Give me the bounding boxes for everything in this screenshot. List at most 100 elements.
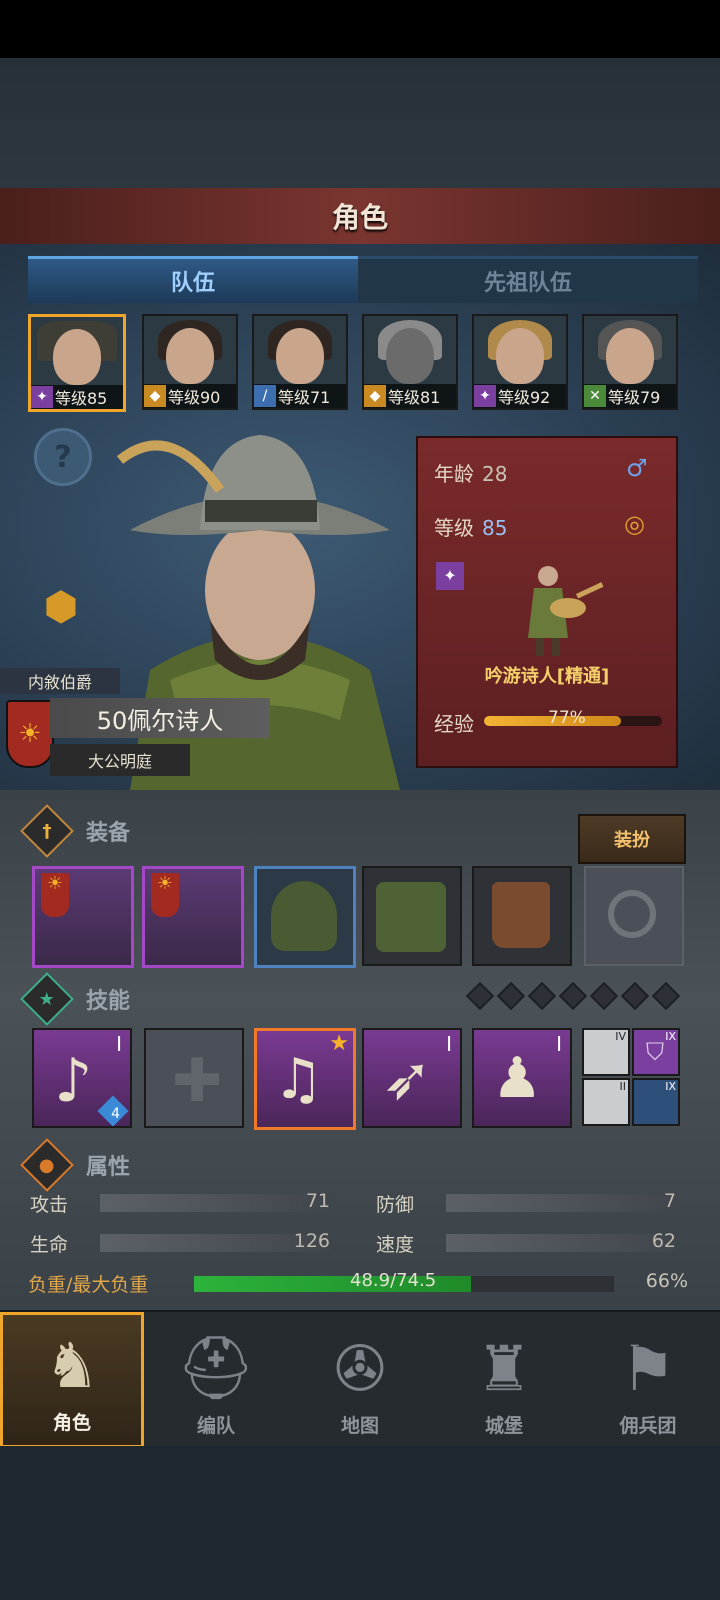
nav-label: 佣兵团 — [619, 1415, 677, 1437]
equipment-slot-banner-1[interactable]: ☀ — [32, 866, 134, 968]
level-label: 等级 — [434, 516, 474, 540]
potion-icon[interactable]: ⬢ — [32, 578, 90, 636]
equipment-slot-hood[interactable] — [254, 866, 356, 968]
party-level-label: 等级71 — [278, 388, 331, 407]
passive-skill-burst-2[interactable]: II — [582, 1078, 630, 1126]
equipment-slot-ring[interactable] — [584, 866, 684, 966]
party-member-3[interactable]: / 等级71 — [252, 314, 348, 410]
nav-label: 城堡 — [484, 1415, 523, 1437]
party-member-6[interactable]: ✕ 等级79 — [582, 314, 678, 410]
male-icon: ♂ — [626, 454, 648, 482]
skill-feather-arrow[interactable]: ➶ I — [362, 1028, 462, 1128]
feather-icon: ➶ — [382, 1044, 433, 1114]
help-button[interactable]: ? — [34, 428, 92, 486]
party-level-label: 等级81 — [388, 388, 441, 407]
equipment-slot-tunic[interactable] — [362, 866, 462, 966]
skill-crystal-music[interactable]: ♫ ★ — [254, 1028, 356, 1130]
equipment-slot-banner-2[interactable]: ☀ — [142, 866, 244, 968]
mini-skill-tier: II — [619, 1080, 627, 1093]
status-bar — [0, 0, 720, 58]
party-member-2[interactable]: ◆ 等级90 — [142, 314, 238, 410]
helmet-icon: ⛑ — [176, 1331, 256, 1404]
carry-weight-percent: 66% — [645, 1270, 688, 1292]
staff-icon: ✦ — [474, 385, 496, 407]
faction-crest-icon: ☀ — [6, 700, 54, 768]
portrait-face — [166, 328, 214, 384]
equipment-header: † 装备 — [20, 804, 131, 858]
stat-defense: 防御 7 — [376, 1190, 676, 1216]
nav-formation[interactable]: ⛑ 编队 — [144, 1312, 288, 1448]
stat-value: 71 — [305, 1190, 330, 1212]
stat-label: 速度 — [376, 1234, 415, 1256]
faction-name: 大公明庭 — [87, 752, 152, 771]
nav-label: 地图 — [340, 1415, 379, 1437]
portrait-face — [606, 328, 654, 384]
dress-up-button[interactable]: 装扮 — [578, 814, 686, 864]
nav-label: 编队 — [196, 1415, 235, 1437]
mini-skill-tier: IX — [665, 1030, 676, 1043]
music-note-icon: ♪ — [54, 1046, 93, 1116]
nav-label: 角色 — [52, 1412, 91, 1434]
equipment-section-icon: † — [20, 804, 74, 858]
header-background — [0, 58, 720, 188]
passive-skill-shield[interactable]: ⛉ IX — [632, 1028, 680, 1076]
stat-value: 7 — [663, 1190, 676, 1212]
nav-castle[interactable]: ♜ 城堡 — [432, 1312, 576, 1448]
bard-figure-icon — [528, 566, 604, 656]
equipment-title: 装备 — [86, 821, 131, 846]
passive-skill-burst-1[interactable]: IV — [582, 1028, 630, 1076]
skills-header: ★ 技能 — [20, 972, 130, 1026]
nav-map[interactable]: ✇ 地图 — [288, 1312, 432, 1448]
skill-music-note[interactable]: ♪ I 4 — [32, 1028, 132, 1128]
tab-ancestor-team[interactable]: 先祖队伍 — [358, 256, 698, 303]
attributes-title: 属性 — [86, 1155, 131, 1180]
skill-slot-empty[interactable]: ✚ — [144, 1028, 244, 1128]
attributes-section-icon: ● — [20, 1138, 74, 1192]
bottom-navigation: ♞ 角色 ⛑ 编队 ✇ 地图 ♜ 城堡 ⚑ 佣兵团 — [0, 1310, 720, 1448]
level-row: 等级 85 — [434, 512, 507, 541]
nav-character[interactable]: ♞ 角色 — [0, 1312, 144, 1448]
stat-label: 生命 — [30, 1234, 69, 1256]
stat-attack: 攻击 71 — [30, 1190, 330, 1216]
skill-crystal-party[interactable]: ♟ I — [472, 1028, 572, 1128]
skill-tier: I — [446, 1032, 452, 1056]
rank-text: 内敘伯爵 — [27, 673, 92, 692]
attributes-header: ● 属性 — [20, 1138, 131, 1192]
level-value: 85 — [482, 516, 508, 540]
age-value: 28 — [482, 462, 508, 486]
page-title: 角色 — [331, 201, 388, 234]
carry-weight-label: 负重/最大负重 — [28, 1274, 149, 1296]
carry-weight-value: 48.9/74.5 — [350, 1270, 437, 1291]
rings-icon: ◎ — [624, 510, 645, 538]
cross-icon: ✚ — [172, 1046, 223, 1116]
tab-team[interactable]: 队伍 — [28, 256, 358, 303]
portrait-face — [53, 329, 101, 385]
stat-value: 62 — [651, 1230, 676, 1252]
staff-icon: ✦ — [31, 386, 53, 408]
shield-icon: ⛉ — [646, 1038, 664, 1066]
tunic-icon — [376, 882, 446, 952]
skills-section-icon: ★ — [20, 972, 74, 1026]
hero-name: 50佩尔诗人 — [96, 706, 224, 735]
stat-label: 防御 — [376, 1194, 415, 1216]
portrait-face — [276, 328, 324, 384]
party-member-5[interactable]: ✦ 等级92 — [472, 314, 568, 410]
equipment-slot-boots[interactable] — [472, 866, 572, 966]
sword-icon: / — [254, 385, 276, 407]
stat-speed: 速度 62 — [376, 1230, 676, 1256]
hero-name-plate[interactable]: 50佩尔诗人 — [50, 698, 270, 738]
party-level-label: 等级90 — [168, 388, 221, 407]
party-icon: ♟ — [492, 1046, 543, 1111]
party-member-1[interactable]: ✦ 等级85 — [28, 314, 126, 412]
bow-icon: ✕ — [584, 385, 606, 407]
castle-icon: ♜ — [476, 1332, 532, 1405]
mini-skill-tier: IX — [665, 1080, 676, 1093]
party-member-4[interactable]: ◆ 等级81 — [362, 314, 458, 410]
banner-fist-icon: ⚑ — [620, 1332, 676, 1405]
stat-value: 126 — [293, 1230, 330, 1252]
nav-mercenaries[interactable]: ⚑ 佣兵团 — [576, 1312, 720, 1448]
skill-badge-count: 4 — [111, 1106, 120, 1122]
passive-skill-strike[interactable]: IX — [632, 1078, 680, 1126]
skill-tier: I — [116, 1032, 122, 1056]
ring-icon — [608, 890, 656, 938]
